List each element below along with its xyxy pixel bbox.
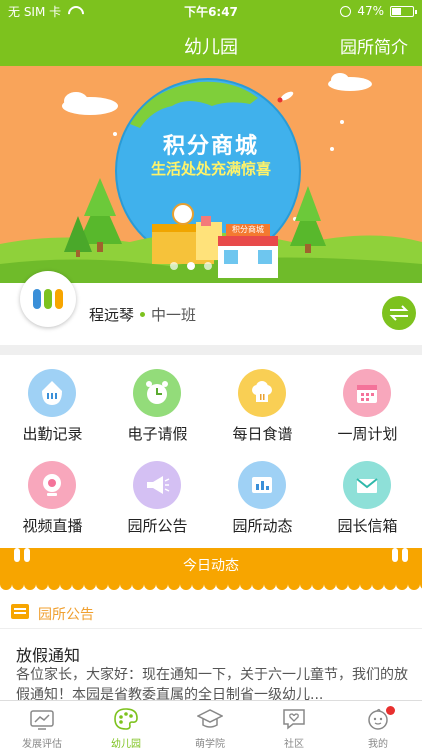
- alarm-clock-icon: [133, 369, 181, 417]
- child-name: 程远琴: [89, 306, 135, 324]
- status-time: 下午6:47: [184, 4, 238, 19]
- promo-banner[interactable]: 积分商城 生活处处充满惊喜 积分商城: [0, 66, 422, 283]
- tab-development-assessment[interactable]: 发展评估: [0, 701, 84, 750]
- feature-grid: 出勤记录 电子请假 每日食谱 一周计划 视频直播 园所公告 园所动态 园长信箱: [0, 355, 422, 545]
- logo-icon: [33, 289, 63, 309]
- bottom-tab-bar: 发展评估 幼儿园 萌学院 社区 我的: [0, 700, 422, 750]
- switch-child-button[interactable]: [382, 296, 416, 330]
- pin-left: [14, 548, 20, 562]
- feature-label: 出勤记录: [22, 425, 83, 443]
- child-info: 程远琴 中一班: [89, 304, 196, 325]
- notice-board-icon: [11, 604, 29, 619]
- feature-label: 视频直播: [22, 517, 83, 535]
- feature-director-mailbox[interactable]: 园长信箱: [315, 447, 420, 539]
- graduation-cap-icon: [197, 709, 223, 728]
- feature-label: 园所公告: [127, 517, 188, 535]
- feature-label: 园所动态: [232, 517, 293, 535]
- tv-chart-icon: [30, 710, 54, 730]
- kindergarten-logo-avatar[interactable]: [20, 271, 76, 327]
- today-updates-label: 今日动态: [183, 558, 239, 574]
- kindergarten-intro-link[interactable]: 园所简介: [340, 33, 408, 58]
- child-class: 中一班: [151, 306, 197, 324]
- child-profile-card: 程远琴 中一班: [0, 271, 422, 345]
- feature-label: 园长信箱: [337, 517, 398, 535]
- feature-daily-menu[interactable]: 每日食谱: [210, 355, 315, 447]
- section-divider: [0, 345, 422, 355]
- announcement-section-label: 园所公告: [38, 607, 94, 623]
- megaphone-icon: [133, 461, 181, 509]
- banner-subtitle: 生活处处充满惊喜: [150, 160, 271, 178]
- tab-label: 幼儿园: [111, 739, 141, 750]
- camera-icon: [28, 461, 76, 509]
- separator-dot: [140, 311, 146, 317]
- tab-label: 我的: [368, 739, 388, 750]
- shop-sign-label: 积分商城: [232, 225, 264, 234]
- swap-arrows-icon: [389, 305, 409, 321]
- feature-live-video[interactable]: 视频直播: [0, 447, 105, 539]
- feature-label: 一周计划: [337, 425, 398, 443]
- chef-hat-icon: [238, 369, 286, 417]
- palette-icon: [114, 708, 138, 730]
- tab-label: 发展评估: [22, 739, 62, 750]
- scallop-edge: [0, 584, 422, 590]
- battery-icon: [390, 5, 417, 17]
- feature-label: 电子请假: [127, 425, 188, 443]
- notice-body[interactable]: 各位家长，大家好：现在通知一下，关于六一儿童节，我们的放假通知！本园是省教委直属…: [16, 665, 410, 705]
- feature-attendance[interactable]: 出勤记录: [0, 355, 105, 447]
- feature-label: 每日食谱: [232, 425, 293, 443]
- status-bar: 无 SIM 卡 下午6:47 47%: [0, 0, 422, 22]
- tab-kindergarten[interactable]: 幼儿园: [84, 701, 168, 750]
- today-updates-bar[interactable]: 今日动态: [0, 548, 422, 584]
- tab-academy[interactable]: 萌学院: [168, 701, 252, 750]
- chat-heart-icon: [283, 709, 305, 730]
- feature-news[interactable]: 园所动态: [210, 447, 315, 539]
- tab-label: 社区: [284, 739, 304, 750]
- pin-left-2: [24, 548, 30, 562]
- mail-icon: [343, 461, 391, 509]
- tab-label: 萌学院: [195, 739, 225, 750]
- feature-announcements[interactable]: 园所公告: [105, 447, 210, 539]
- feature-weekly-plan[interactable]: 一周计划: [315, 355, 420, 447]
- banner-title: 积分商城: [162, 134, 259, 159]
- announcement-section-header[interactable]: 园所公告: [0, 597, 422, 629]
- tab-community[interactable]: 社区: [252, 701, 336, 750]
- calendar-icon: [343, 369, 391, 417]
- feature-leave-request[interactable]: 电子请假: [105, 355, 210, 447]
- notification-badge: [386, 706, 395, 715]
- nav-header: 幼儿园 园所简介: [0, 22, 422, 66]
- attendance-icon: [28, 369, 76, 417]
- pin-right-2: [402, 548, 408, 562]
- dashboard-icon: [238, 461, 286, 509]
- tab-mine[interactable]: 我的: [336, 701, 420, 750]
- notice-title[interactable]: 放假通知: [16, 642, 80, 666]
- pin-right: [392, 548, 398, 562]
